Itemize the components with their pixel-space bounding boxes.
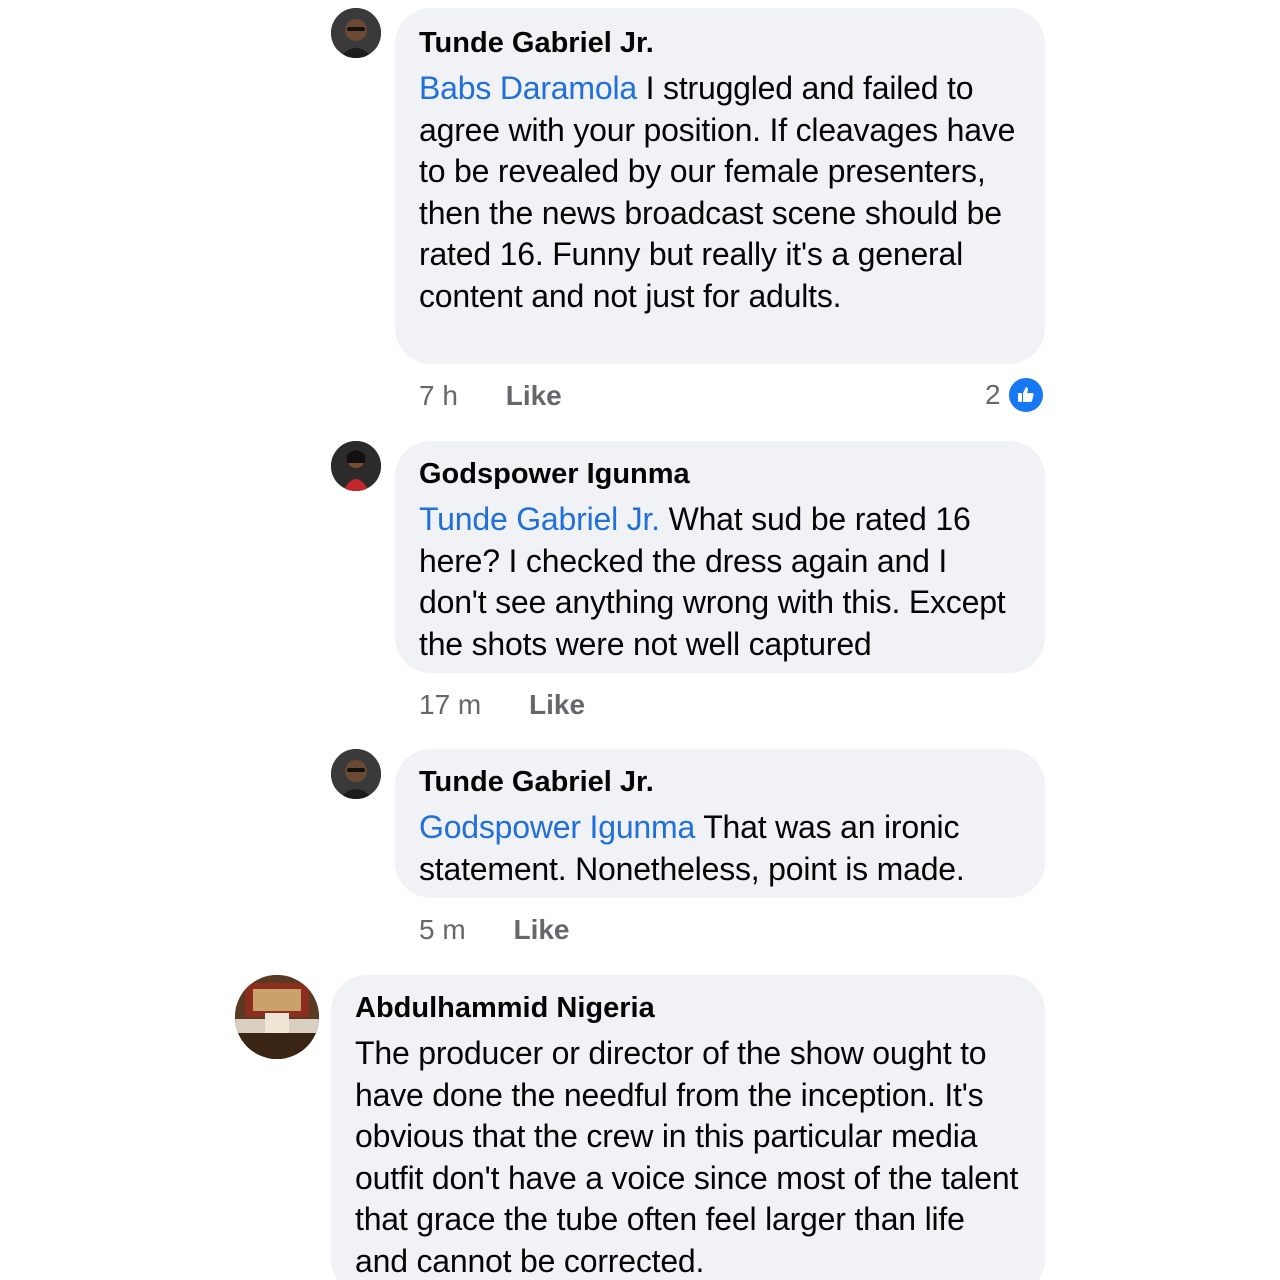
comment-timestamp[interactable]: 7 h: [419, 379, 458, 413]
like-button[interactable]: Like: [513, 913, 569, 947]
comment-body: The producer or director of the show oug…: [355, 1035, 1019, 1279]
comment-meta: 7 h Like: [419, 379, 562, 413]
mention-link[interactable]: Tunde Gabriel Jr.: [419, 501, 660, 537]
avatar[interactable]: [331, 8, 381, 58]
profile-photo-icon: [331, 441, 381, 491]
like-button[interactable]: Like: [506, 379, 562, 413]
comment-author[interactable]: Tunde Gabriel Jr.: [419, 26, 1021, 60]
mention-link[interactable]: Godspower Igunma: [419, 809, 695, 845]
comment-bubble: Tunde Gabriel Jr. Babs Daramola I strugg…: [395, 8, 1045, 364]
thumbs-up-icon: [1006, 376, 1045, 414]
profile-photo-icon: [331, 8, 381, 58]
reaction-summary[interactable]: 2: [985, 376, 1045, 414]
comment-timestamp[interactable]: 5 m: [419, 913, 466, 947]
avatar[interactable]: [331, 441, 381, 491]
comment-text: Godspower Igunma That was an ironic stat…: [419, 807, 1021, 890]
comment-author[interactable]: Abdulhammid Nigeria: [355, 991, 1021, 1025]
comment-bubble: Godspower Igunma Tunde Gabriel Jr. What …: [395, 441, 1045, 673]
comment-author[interactable]: Tunde Gabriel Jr.: [419, 765, 1021, 799]
avatar[interactable]: [331, 749, 381, 799]
avatar[interactable]: [235, 975, 319, 1059]
mention-link[interactable]: Babs Daramola: [419, 70, 637, 106]
comment-author[interactable]: Godspower Igunma: [419, 457, 1021, 491]
comment-thread: Tunde Gabriel Jr. Babs Daramola I strugg…: [0, 0, 1280, 1280]
comment-bubble: Abdulhammid Nigeria The producer or dire…: [331, 975, 1045, 1280]
comment-text: Babs Daramola I struggled and failed to …: [419, 68, 1021, 317]
comment-meta: 17 m Like: [419, 688, 585, 722]
profile-photo-icon: [331, 749, 381, 799]
comment-text: The producer or director of the show oug…: [355, 1033, 1021, 1280]
comment-text: Tunde Gabriel Jr. What sud be rated 16 h…: [419, 499, 1021, 665]
comment-timestamp[interactable]: 17 m: [419, 688, 481, 722]
like-button[interactable]: Like: [529, 688, 585, 722]
comment-meta: 5 m Like: [419, 913, 570, 947]
comment-bubble: Tunde Gabriel Jr. Godspower Igunma That …: [395, 749, 1045, 898]
comment-body: I struggled and failed to agree with you…: [419, 70, 1016, 314]
reaction-count: 2: [985, 379, 1001, 410]
profile-photo-icon: [235, 975, 319, 1059]
